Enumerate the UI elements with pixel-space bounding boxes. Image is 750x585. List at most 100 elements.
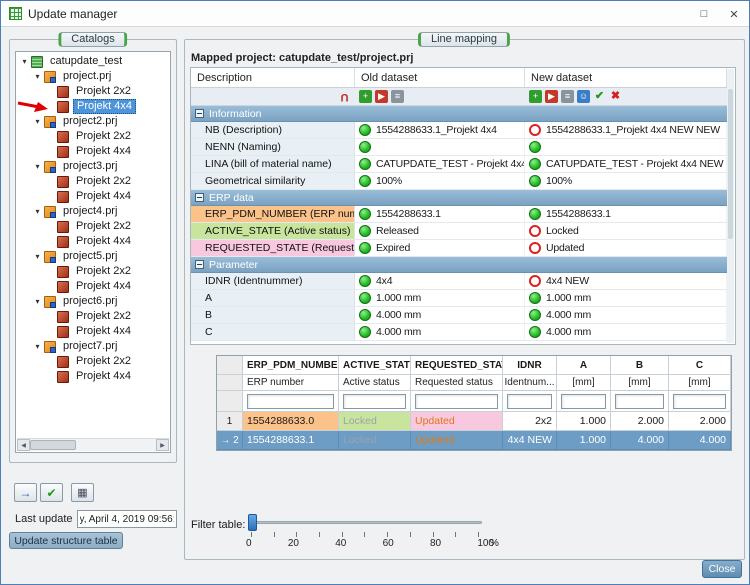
column-header[interactable]: ERP_PDM_NUMBER	[243, 356, 339, 375]
magnet-icon[interactable]: U	[338, 90, 351, 103]
slider-handle[interactable]	[248, 514, 257, 531]
scrollbar-track[interactable]	[30, 439, 156, 451]
mapping-row[interactable]: C4.000 mm4.000 mm	[191, 324, 727, 341]
status-unchanged-icon	[359, 175, 371, 187]
add-mapping-icon[interactable]: +	[529, 90, 542, 103]
mapping-row[interactable]: ERP_PDM_NUMBER (ERP number)1554288633.11…	[191, 206, 727, 223]
column-header-new-dataset[interactable]: New dataset	[525, 68, 727, 87]
table-header-row: ERP_PDM_NUMBERACTIVE_STATEREQUESTED_STAT…	[217, 356, 731, 375]
column-header-old-dataset[interactable]: Old dataset	[355, 68, 525, 87]
tree-item[interactable]: Projekt 4x4	[16, 189, 170, 204]
mapping-row[interactable]: Geometrical similarity100%100%	[191, 173, 727, 190]
run-update-icon[interactable]: ▶	[545, 90, 558, 103]
tree-item[interactable]: Projekt 2x2	[16, 309, 170, 324]
part-icon	[57, 86, 69, 98]
mapping-row[interactable]: NB (Description)1554288633.1_Projekt 4x4…	[191, 122, 727, 139]
column-header[interactable]: A	[557, 356, 611, 375]
section-header[interactable]: Parameter	[191, 257, 727, 273]
tree-item[interactable]: Projekt 2x2	[16, 84, 170, 99]
mapping-row[interactable]: A1.000 mm1.000 mm	[191, 290, 727, 307]
expander-icon[interactable]: ▾	[32, 207, 43, 216]
maximize-button[interactable]: □	[689, 1, 719, 27]
tree-item[interactable]: Projekt 4x4	[16, 144, 170, 159]
mapping-row[interactable]: B4.000 mm4.000 mm	[191, 307, 727, 324]
tree-item[interactable]: Projekt 2x2	[16, 264, 170, 279]
update-structure-table-button[interactable]: Update structure table	[9, 532, 123, 549]
collapse-icon[interactable]	[195, 109, 204, 118]
tree-item[interactable]: ▾project4.prj	[16, 204, 170, 219]
mapping-row[interactable]: REQUESTED_STATE (Requested s...ExpiredUp…	[191, 240, 727, 257]
scroll-right-icon[interactable]: ▶	[156, 439, 169, 451]
close-button[interactable]: Close	[702, 560, 742, 578]
add-mapping-icon[interactable]: +	[359, 90, 372, 103]
column-filter-input[interactable]	[247, 394, 334, 409]
tree-item[interactable]: Projekt 4x4	[16, 369, 170, 384]
tree-item-label: project7.prj	[60, 340, 120, 353]
table-row[interactable]: 11554288633.0LockedUpdated2x21.0002.0002…	[217, 412, 731, 431]
column-header[interactable]: ACTIVE_STATE	[339, 356, 411, 375]
mapping-row[interactable]: NENN (Naming)	[191, 139, 727, 156]
mapping-vertical-scrollbar[interactable]	[727, 69, 734, 343]
scrollbar-thumb[interactable]	[728, 89, 733, 239]
tree-item[interactable]: Projekt 2x2	[16, 219, 170, 234]
column-filter-input[interactable]	[343, 394, 406, 409]
column-filter-input[interactable]	[561, 394, 606, 409]
tree-item[interactable]: Projekt 2x2	[16, 129, 170, 144]
table-row[interactable]: → 21554288633.1LockedUpdated4x4 NEW1.000…	[217, 431, 731, 450]
tree-item[interactable]: Projekt 2x2	[16, 354, 170, 369]
column-filter-input[interactable]	[615, 394, 664, 409]
delete-icon[interactable]: ≡	[391, 90, 404, 103]
tree-item[interactable]: ▾project2.prj	[16, 114, 170, 129]
table-cell: 1554288633.0	[243, 412, 339, 431]
tree-item[interactable]: Projekt 4x4	[16, 234, 170, 249]
tree-item[interactable]: Projekt 2x2	[16, 174, 170, 189]
expander-icon[interactable]: ▾	[32, 342, 43, 351]
row-description: A	[191, 290, 355, 306]
tree-horizontal-scrollbar[interactable]: ◀ ▶	[17, 438, 169, 451]
delete-icon[interactable]: ≡	[561, 90, 574, 103]
column-header[interactable]: IDNR	[503, 356, 557, 375]
old-value: 4.000 mm	[355, 324, 525, 340]
tree-item[interactable]: ▾project5.prj	[16, 249, 170, 264]
reject-icon[interactable]: ✖	[609, 90, 622, 103]
last-update-field[interactable]	[77, 510, 177, 528]
tree-item[interactable]: ▾catupdate_test	[16, 54, 170, 69]
section-header[interactable]: Information	[191, 106, 727, 122]
tree-item[interactable]: ▾ project7.prj	[16, 339, 170, 354]
apply-button[interactable]: ✔	[40, 483, 63, 502]
section-header[interactable]: ERP data	[191, 190, 727, 206]
expander-icon[interactable]: ▾	[32, 252, 43, 261]
collapse-icon[interactable]	[195, 193, 204, 202]
scroll-left-icon[interactable]: ◀	[17, 439, 30, 451]
mapping-row[interactable]: IDNR (Identnummer)4x44x4 NEW	[191, 273, 727, 290]
find-user-icon[interactable]: ☺	[577, 90, 590, 103]
mapping-row[interactable]: LINA (bill of material name)CATUPDATE_TE…	[191, 156, 727, 173]
slider-track[interactable]	[248, 521, 482, 524]
close-window-button[interactable]: ✕	[719, 1, 749, 27]
tree-item[interactable]: ▾project.prj	[16, 69, 170, 84]
run-update-icon[interactable]: ▶	[375, 90, 388, 103]
expander-icon[interactable]: ▾	[32, 162, 43, 171]
scrollbar-thumb[interactable]	[30, 440, 76, 450]
tree-item[interactable]: ▾project6.prj	[16, 294, 170, 309]
mapping-row[interactable]: ACTIVE_STATE (Active status)ReleasedLock…	[191, 223, 727, 240]
column-header[interactable]: REQUESTED_STATE	[411, 356, 503, 375]
tree-item[interactable]: Projekt 4x4	[16, 324, 170, 339]
expander-icon[interactable]: ▾	[32, 117, 43, 126]
tree-item[interactable]: ▾project3.prj	[16, 159, 170, 174]
expander-icon[interactable]: ▾	[32, 72, 43, 81]
column-filter-input[interactable]	[673, 394, 726, 409]
column-filter-input[interactable]	[507, 394, 552, 409]
expander-icon[interactable]: ▾	[19, 57, 30, 66]
transfer-button[interactable]: →	[14, 483, 37, 502]
column-header[interactable]: C	[669, 356, 731, 375]
column-filter-input[interactable]	[415, 394, 498, 409]
expander-icon[interactable]: ▾	[32, 297, 43, 306]
edit-table-button[interactable]: ▦	[71, 483, 94, 502]
collapse-icon[interactable]	[195, 260, 204, 269]
column-header[interactable]: B	[611, 356, 669, 375]
tree-item[interactable]: Projekt 4x4	[16, 99, 170, 114]
column-header-description[interactable]: Description	[191, 68, 355, 87]
tree-item[interactable]: Projekt 4x4	[16, 279, 170, 294]
accept-icon[interactable]: ✔	[593, 90, 606, 103]
